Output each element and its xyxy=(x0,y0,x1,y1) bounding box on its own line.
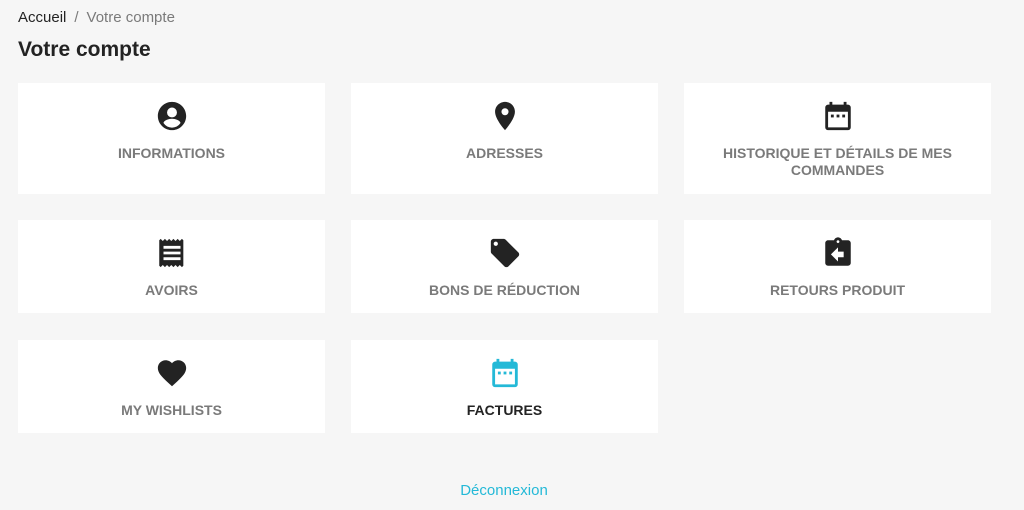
tile-adresses[interactable]: Adresses xyxy=(351,83,658,194)
logout-link[interactable]: Déconnexion xyxy=(0,482,1008,500)
tile-label: My wishlists xyxy=(121,402,222,418)
calendar-icon xyxy=(821,99,855,133)
receipt-icon xyxy=(155,236,189,270)
tile-avoirs[interactable]: Avoirs xyxy=(18,220,325,313)
tile-label: Factures xyxy=(466,402,543,418)
heart-icon xyxy=(155,356,189,390)
tag-icon xyxy=(488,236,522,270)
tile-label: Bons de réduction xyxy=(429,282,580,298)
tile-label: Historique et détails de mes commandes xyxy=(723,145,952,178)
tile-label: Informations xyxy=(117,145,226,161)
tile-bons-reduction[interactable]: Bons de réduction xyxy=(351,220,658,313)
tile-informations[interactable]: Informations xyxy=(18,83,325,194)
tile-label: Avoirs xyxy=(145,282,198,298)
breadcrumb-home-link[interactable]: Accueil xyxy=(18,9,66,26)
clipboard-return-icon xyxy=(821,236,855,270)
tile-label: Adresses xyxy=(465,145,544,161)
breadcrumb-current: Votre compte xyxy=(86,9,175,26)
tile-order-history[interactable]: Historique et détails de mes commandes xyxy=(684,83,991,194)
page-title: Votre compte xyxy=(18,38,151,61)
account-circle-icon xyxy=(155,99,189,133)
breadcrumb-separator: / xyxy=(74,9,79,26)
account-page: Accueil / Votre compte Votre compte Inform… xyxy=(0,0,1024,510)
tile-label: Retours produit xyxy=(769,282,906,298)
tile-my-wishlists[interactable]: My wishlists xyxy=(18,340,325,433)
map-pin-icon xyxy=(488,99,522,133)
tile-retours-produit[interactable]: Retours produit xyxy=(684,220,991,313)
breadcrumb: Accueil / Votre compte xyxy=(18,9,175,27)
calendar-icon xyxy=(488,356,522,390)
tile-factures[interactable]: Factures xyxy=(351,340,658,433)
